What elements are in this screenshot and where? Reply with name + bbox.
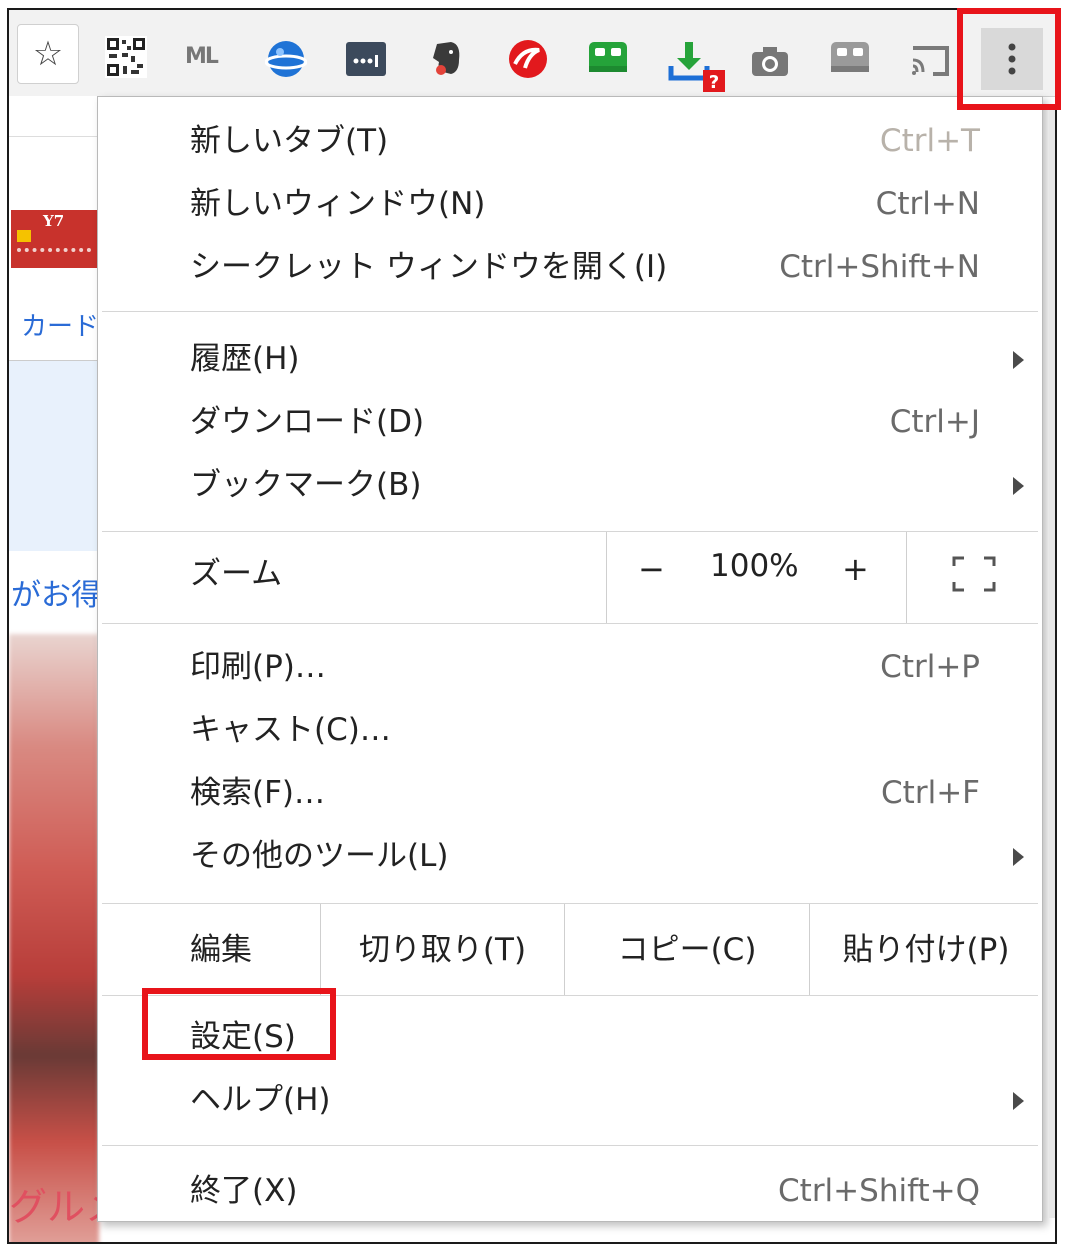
zoom-level: 100% [710, 548, 799, 584]
menu-item-shortcut: Ctrl+P [880, 649, 980, 685]
robot-icon[interactable] [829, 38, 871, 80]
highlight-settings-item [142, 988, 336, 1060]
qr-code-icon[interactable] [105, 36, 147, 78]
background-page: Y7 カード がお得 グルメ [9, 96, 123, 1242]
menu-separator [102, 623, 1038, 624]
submenu-arrow-icon [1013, 351, 1024, 369]
copy-button[interactable]: コピー(C) [565, 904, 809, 996]
card-number-dots [17, 248, 91, 256]
menu-item-history[interactable]: 履歴(H) [98, 329, 1042, 389]
cut-button[interactable]: 切り取り(T) [321, 904, 564, 996]
edit-row: 編集 切り取り(T) コピー(C) 貼り付け(P) [98, 904, 1042, 996]
blue-panel [9, 361, 99, 551]
menu-item-bookmarks[interactable]: ブックマーク(B) [98, 455, 1042, 515]
menu-item-label: ダウンロード(D) [190, 404, 425, 440]
menu-item-cast[interactable]: キャスト(C)… [98, 700, 1042, 760]
submenu-arrow-icon [1013, 848, 1024, 866]
ml-icon-text: ML [185, 44, 219, 69]
menu-item-label: 印刷(P)… [190, 649, 326, 685]
menu-item-label: 終了(X) [190, 1173, 298, 1209]
menu-item-label: その他のツール(L) [190, 838, 449, 874]
menu-item-shortcut: Ctrl+Shift+N [779, 249, 980, 285]
yahoo-card-image[interactable]: Y7 [11, 210, 97, 268]
menu-separator [102, 1145, 1038, 1146]
evernote-icon[interactable] [427, 38, 469, 80]
menu-item-label: 新しいウィンドウ(N) [190, 186, 486, 222]
card-chip [17, 230, 31, 242]
submenu-arrow-icon [1013, 1092, 1024, 1110]
menu-item-exit[interactable]: 終了(X) Ctrl+Shift+Q [98, 1161, 1042, 1221]
globe-icon[interactable] [265, 38, 307, 80]
card-label: Y7 [43, 212, 65, 230]
green-robot-icon[interactable] [587, 38, 629, 80]
edit-label: 編集 [190, 932, 252, 968]
submenu-arrow-icon [1013, 477, 1024, 495]
zoom-row: ズーム − 100% + [98, 532, 1042, 624]
menu-item-incognito[interactable]: シークレット ウィンドウを開く(I) Ctrl+Shift+N [98, 237, 1042, 297]
menu-item-label: キャスト(C)… [190, 712, 391, 748]
zoom-out-button[interactable]: − [638, 550, 665, 588]
bookmark-star-icon[interactable]: ☆ [17, 24, 79, 84]
menu-item-more-tools[interactable]: その他のツール(L) [98, 826, 1042, 886]
menu-item-shortcut: Ctrl+N [875, 186, 980, 222]
download-question-icon[interactable]: ? [667, 40, 727, 92]
zoom-divider [606, 532, 607, 624]
menu-item-shortcut: Ctrl+J [889, 404, 980, 440]
zoom-label: ズーム [190, 556, 283, 592]
menu-item-shortcut: Ctrl+Shift+Q [778, 1173, 980, 1209]
highlight-menu-button [957, 8, 1061, 110]
menu-item-new-window[interactable]: 新しいウィンドウ(N) Ctrl+N [98, 174, 1042, 234]
menu-separator [102, 311, 1038, 312]
svg-text:?: ? [709, 72, 719, 92]
camera-icon[interactable] [749, 40, 791, 82]
menu-item-label: 新しいタブ(T) [190, 123, 389, 159]
cast-icon[interactable] [909, 40, 951, 82]
menu-item-help[interactable]: ヘルプ(H) [98, 1070, 1042, 1130]
zoom-divider [906, 532, 907, 624]
deal-link[interactable]: がお得 [11, 570, 101, 614]
fullscreen-icon[interactable] [952, 556, 996, 592]
menu-item-downloads[interactable]: ダウンロード(D) Ctrl+J [98, 392, 1042, 452]
extension-toolbar: ☆ ML ? [9, 10, 1055, 97]
trend-micro-icon[interactable] [507, 38, 549, 80]
scrollbar[interactable] [1049, 108, 1055, 1218]
menu-item-label: ヘルプ(H) [190, 1082, 331, 1118]
menu-item-new-tab[interactable]: 新しいタブ(T) Ctrl+T [98, 111, 1042, 171]
menu-item-label: シークレット ウィンドウを開く(I) [190, 249, 668, 285]
menu-item-find[interactable]: 検索(F)… Ctrl+F [98, 763, 1042, 823]
ml-icon[interactable]: ML [185, 44, 227, 76]
menu-item-shortcut: Ctrl+T [879, 123, 980, 159]
card-link[interactable]: カード [21, 306, 99, 343]
food-photo[interactable] [9, 634, 99, 1242]
menu-item-shortcut: Ctrl+F [881, 775, 980, 811]
menu-item-label: 検索(F)… [190, 775, 326, 811]
menu-item-print[interactable]: 印刷(P)… Ctrl+P [98, 637, 1042, 697]
password-dots-icon[interactable] [345, 38, 387, 80]
divider [9, 136, 99, 137]
menu-item-label: ブックマーク(B) [190, 467, 422, 503]
zoom-in-button[interactable]: + [842, 550, 869, 588]
paste-button[interactable]: 貼り付け(P) [810, 904, 1042, 996]
menu-item-label: 履歴(H) [190, 341, 300, 377]
